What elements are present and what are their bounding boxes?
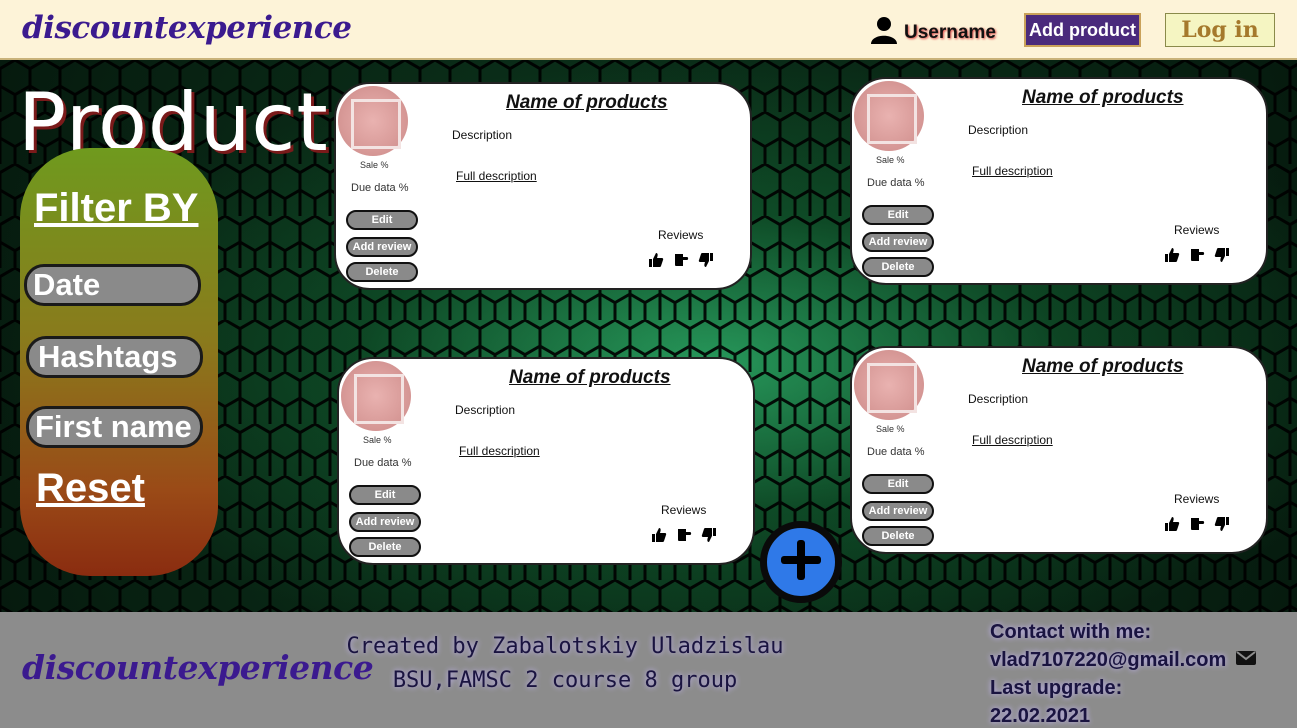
product-name[interactable]: Name of products [1022,87,1184,109]
edit-button[interactable]: Edit [862,474,934,494]
delete-button[interactable]: Delete [862,526,934,546]
delete-button[interactable]: Delete [346,262,418,282]
thumbs-up-icon[interactable] [651,527,667,543]
review-reactions [651,527,717,543]
product-description: Description [455,403,516,417]
review-reactions [1164,516,1230,532]
filter-title: Filter BY [34,186,199,230]
due-date-label: Due data % [867,177,925,189]
username-label: Username [904,21,996,43]
mail-icon[interactable] [1236,646,1257,674]
product-image[interactable] [854,350,924,420]
filter-date-button[interactable]: Date [24,264,201,306]
sale-label: Sale % [876,424,905,434]
user-menu[interactable]: Username [870,16,996,49]
add-review-button[interactable]: Add review [349,512,421,532]
thumbs-down-icon[interactable] [701,527,717,543]
product-description: Description [968,123,1029,137]
due-date-label: Due data % [867,446,925,458]
header-logo[interactable]: discountexperience [22,10,352,46]
thumbs-down-icon[interactable] [698,252,714,268]
add-review-button[interactable]: Add review [346,237,418,257]
thumbs-up-icon[interactable] [1164,516,1180,532]
contact-block: Contact with me: vlad7107220@gmail.com L… [990,618,1257,728]
login-button[interactable]: Log in [1165,13,1275,47]
due-date-label: Due data % [354,457,412,469]
thumbs-up-icon[interactable] [1164,247,1180,263]
due-date-label: Due data % [351,182,409,194]
delete-button[interactable]: Delete [349,537,421,557]
sale-label: Sale % [360,160,389,170]
user-icon [870,16,898,49]
point-icon[interactable] [676,527,692,543]
full-description-link[interactable]: Full description [972,164,1053,178]
reviews-label: Reviews [1174,223,1220,237]
product-description: Description [968,392,1029,406]
point-icon[interactable] [1189,247,1205,263]
reviews-label: Reviews [661,503,707,517]
full-description-link[interactable]: Full description [456,169,537,183]
main-area: Product Filter BY Date Hashtags First na… [0,60,1297,612]
product-card: Sale % Due data % Edit Add review Delete… [334,82,752,290]
header: discountexperience Username Add product … [0,0,1297,60]
product-card: Sale % Due data % Edit Add review Delete… [850,346,1268,554]
delete-button[interactable]: Delete [862,257,934,277]
thumbs-down-icon[interactable] [1214,247,1230,263]
review-reactions [648,252,714,268]
contact-label: Contact with me: [990,621,1152,643]
add-product-button[interactable]: Add product [1024,13,1141,47]
edit-button[interactable]: Edit [862,205,934,225]
product-name[interactable]: Name of products [509,367,671,389]
product-image[interactable] [854,81,924,151]
footer: discountexperience Created by Zabalotski… [0,612,1297,728]
upgrade-label: Last upgrade: [990,677,1123,699]
product-image[interactable] [338,86,408,156]
edit-button[interactable]: Edit [349,485,421,505]
thumbs-down-icon[interactable] [1214,516,1230,532]
full-description-link[interactable]: Full description [459,444,540,458]
add-review-button[interactable]: Add review [862,501,934,521]
contact-email[interactable]: vlad7107220@gmail.com [990,646,1226,674]
filter-hashtags-button[interactable]: Hashtags [26,336,203,378]
plus-icon [777,536,825,589]
product-description: Description [452,128,513,142]
point-icon[interactable] [673,252,689,268]
review-reactions [1164,247,1230,263]
edit-button[interactable]: Edit [346,210,418,230]
add-review-button[interactable]: Add review [862,232,934,252]
thumbs-up-icon[interactable] [648,252,664,268]
add-product-fab[interactable] [760,521,842,603]
product-name[interactable]: Name of products [506,92,668,114]
upgrade-date: 22.02.2021 [990,705,1091,727]
reviews-label: Reviews [658,228,704,242]
sale-label: Sale % [876,155,905,165]
product-card: Sale % Due data % Edit Add review Delete… [850,77,1268,285]
product-name[interactable]: Name of products [1022,356,1184,378]
product-card: Sale % Due data % Edit Add review Delete… [337,357,755,565]
sale-label: Sale % [363,435,392,445]
full-description-link[interactable]: Full description [972,433,1053,447]
product-image[interactable] [341,361,411,431]
reviews-label: Reviews [1174,492,1220,506]
point-icon[interactable] [1189,516,1205,532]
reset-link[interactable]: Reset [36,466,145,511]
filter-first-name-button[interactable]: First name [26,406,203,448]
filter-panel: Filter BY Date Hashtags First name Reset [20,148,218,576]
